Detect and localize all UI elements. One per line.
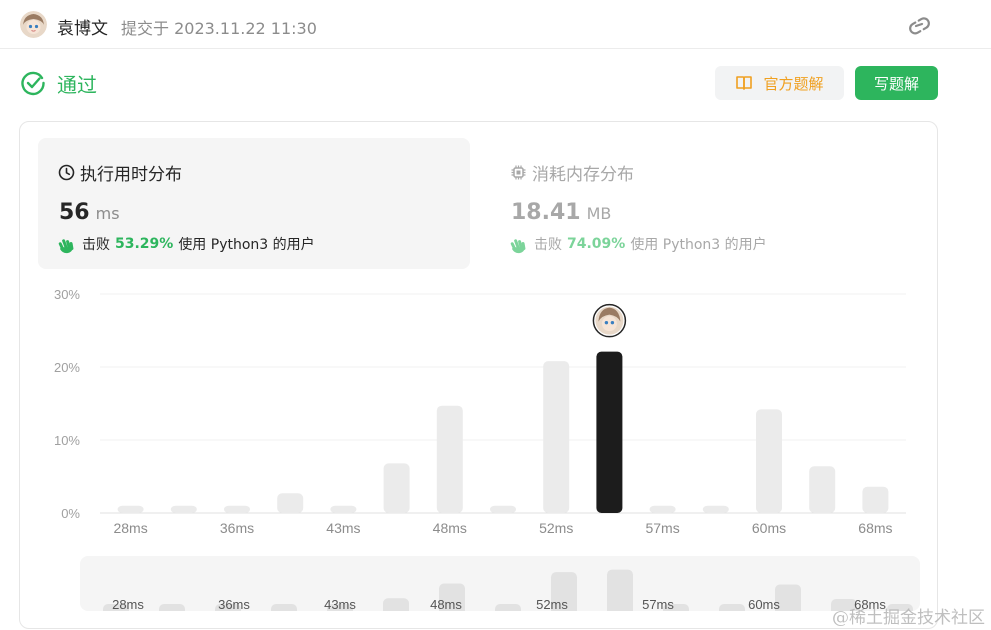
runtime-beat-suffix: 使用 Python3 的用户 xyxy=(178,237,315,253)
status-row: 通过 xyxy=(20,66,97,100)
overview-tick-label: 57ms xyxy=(642,597,674,611)
bar[interactable] xyxy=(543,361,570,513)
bar[interactable] xyxy=(649,505,676,513)
check-circle-icon xyxy=(21,71,45,96)
x-tick-label: 57ms xyxy=(645,520,679,536)
status-text: 通过 xyxy=(57,72,97,97)
username[interactable]: 袁博文 xyxy=(57,14,108,39)
chip-icon xyxy=(511,165,526,180)
bar-current-submission[interactable] xyxy=(596,351,623,513)
clap-icon xyxy=(510,238,526,253)
bar[interactable] xyxy=(490,505,516,513)
x-tick-label: 60ms xyxy=(752,520,786,536)
bar[interactable] xyxy=(277,493,304,513)
x-tick-label: 52ms xyxy=(539,520,573,536)
overview-tick-label: 36ms xyxy=(218,597,250,611)
y-tick-label: 0% xyxy=(61,506,80,521)
bar[interactable] xyxy=(756,409,782,513)
runtime-title-label: 执行用时分布 xyxy=(80,165,182,185)
overview-tick-label: 43ms xyxy=(324,597,356,611)
runtime-value: 56 ms xyxy=(59,200,120,225)
bar[interactable] xyxy=(330,505,357,513)
x-tick-label: 43ms xyxy=(326,520,360,536)
avatar-image xyxy=(20,11,47,38)
bar[interactable] xyxy=(117,505,144,513)
overview-bar xyxy=(719,604,745,611)
runtime-beat-percent: 53.29% xyxy=(115,236,174,252)
header-bar: 袁博文 提交于 2023.11.22 11:30 xyxy=(0,0,991,49)
bar[interactable] xyxy=(383,463,410,513)
bar[interactable] xyxy=(436,405,463,513)
write-solution-label: 写题解 xyxy=(873,74,919,93)
overview-tick-label: 48ms xyxy=(430,597,462,611)
x-tick-label: 36ms xyxy=(220,520,254,536)
memory-beat-percent: 74.09% xyxy=(567,236,626,252)
watermark: @稀土掘金技术社区 xyxy=(832,608,985,628)
runtime-beat-prefix: 击败 xyxy=(82,237,110,253)
overview-bar xyxy=(495,604,521,611)
overview-bar xyxy=(383,598,409,611)
runtime-unit: ms xyxy=(95,204,120,223)
bar[interactable] xyxy=(862,486,889,513)
bar[interactable] xyxy=(702,505,729,513)
x-tick-label: 28ms xyxy=(113,520,147,536)
x-tick-label: 68ms xyxy=(858,520,892,536)
overview-tick-label: 52ms xyxy=(536,597,568,611)
clock-icon xyxy=(58,164,75,181)
y-tick-label: 30% xyxy=(54,287,80,302)
y-tick-label: 20% xyxy=(54,360,80,375)
memory-title-label: 消耗内存分布 xyxy=(532,165,634,185)
overview-tick-label: 28ms xyxy=(112,597,144,611)
runtime-distribution-chart: 0% 10% 20% 30% 28ms 36ms 43ms 48ms 52ms 57ms 60ms 6… xyxy=(54,287,906,536)
runtime-number: 56 xyxy=(59,200,90,225)
official-solution-label: 官方题解 xyxy=(763,74,824,93)
bar[interactable] xyxy=(224,505,250,513)
memory-title: 消耗内存分布 xyxy=(510,160,634,185)
memory-beat-prefix: 击败 xyxy=(534,237,562,253)
submission-avatar-marker xyxy=(592,303,627,338)
clap-icon xyxy=(58,238,74,253)
memory-value: 18.41 MB xyxy=(511,200,611,225)
memory-number: 18.41 xyxy=(511,200,581,225)
bar[interactable] xyxy=(170,505,197,513)
memory-beat: 击败 74.09% 使用 Python3 的用户 xyxy=(509,234,767,254)
overview-bar xyxy=(607,569,633,611)
book-icon xyxy=(736,76,753,90)
bar[interactable] xyxy=(809,466,836,513)
range-overview-chart: 28ms 36ms 43ms 48ms 52ms 57ms 60ms 68ms xyxy=(103,569,913,611)
submit-time: 提交于 2023.11.22 11:30 xyxy=(121,19,317,38)
memory-beat-suffix: 使用 Python3 的用户 xyxy=(630,237,767,253)
runtime-beat: 击败 53.29% 使用 Python3 的用户 xyxy=(57,234,315,254)
overview-tick-label: 60ms xyxy=(748,597,780,611)
write-solution-button[interactable]: 写题解 xyxy=(855,66,938,100)
tab-memory[interactable]: 消耗内存分布 18.41 MB 击败 74.09% 使用 Python3 的用户 xyxy=(490,138,910,269)
overview-bar xyxy=(271,604,297,611)
chart-range-slider[interactable]: 28ms 36ms 43ms 48ms 52ms 57ms 60ms 68ms xyxy=(80,556,920,611)
memory-unit: MB xyxy=(586,204,612,223)
user-avatar[interactable] xyxy=(20,11,47,38)
y-tick-label: 10% xyxy=(54,433,80,448)
tab-runtime[interactable]: 执行用时分布 56 ms 击败 53.29% 使用 Python3 的用户 xyxy=(38,138,470,269)
official-solution-button[interactable]: 官方题解 xyxy=(715,66,844,100)
x-tick-label: 48ms xyxy=(433,520,467,536)
runtime-title: 执行用时分布 xyxy=(58,160,182,185)
overview-bar xyxy=(159,604,185,611)
link-icon[interactable] xyxy=(903,12,935,38)
